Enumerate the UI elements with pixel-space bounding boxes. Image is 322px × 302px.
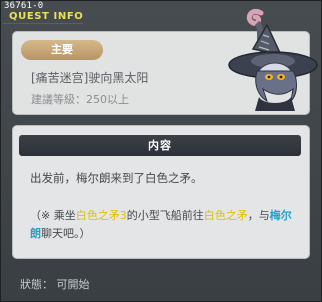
- note-term-white-spear: 白色之矛: [203, 209, 248, 222]
- window-title: QUEST INFO: [9, 11, 84, 22]
- title-divider: [3, 23, 83, 24]
- quest-hint-note: （※ 乘坐白色之矛3的小型飞船前往白色之矛，与梅尔朗聊天吧。）: [30, 207, 300, 243]
- quest-name: [痛苦迷宫]驶向黑太阳: [31, 71, 149, 85]
- note-middle-1: 的小型飞船前往: [126, 209, 204, 222]
- quest-category-badge: 主要: [21, 40, 103, 60]
- npc-witch-portrait-icon: [228, 8, 318, 111]
- note-middle-2: ，与: [247, 209, 270, 222]
- content-section-header: 内容: [19, 135, 301, 156]
- quest-description: 出发前，梅尔朗来到了白色之矛。: [30, 171, 203, 185]
- quest-status: 狀態： 可開始: [20, 278, 90, 291]
- quest-info-window: 36761-0 QUEST INFO 主要 [痛苦迷宫]驶向黑太阳 建議等級：2…: [0, 0, 322, 302]
- recommended-level: 建議等級：250以上: [31, 93, 129, 106]
- quest-content-panel: 内容 出发前，梅尔朗来到了白色之矛。 （※ 乘坐白色之矛3的小型飞船前往白色之矛…: [12, 125, 310, 259]
- note-prefix: （※ 乘坐: [30, 209, 76, 222]
- note-term-white-spear-3: 白色之矛3: [75, 209, 127, 222]
- quest-id-label: 36761-0: [4, 1, 44, 11]
- note-suffix: 聊天吧。）: [41, 227, 91, 240]
